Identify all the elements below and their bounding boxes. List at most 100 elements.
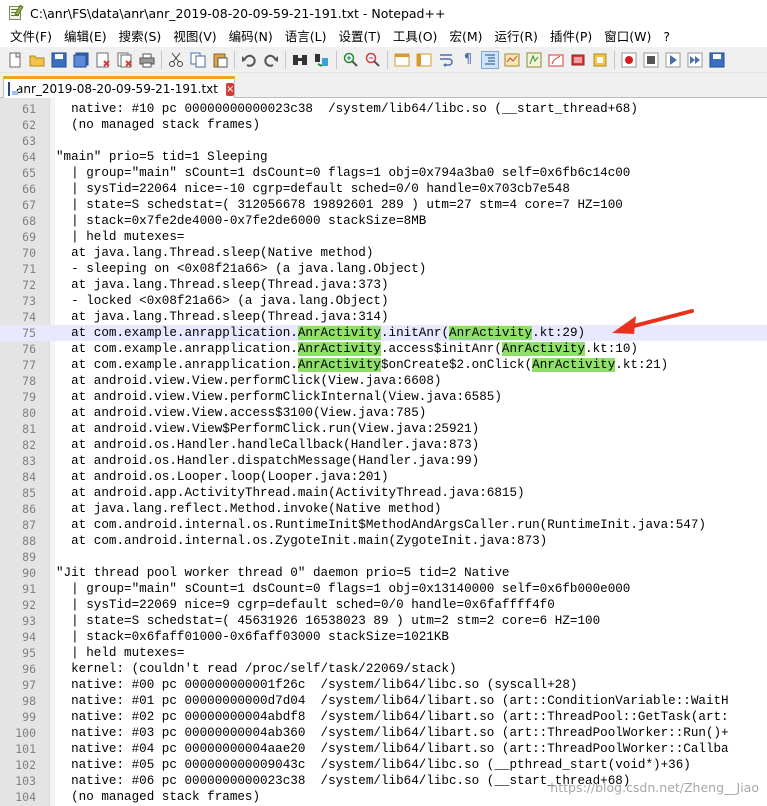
replace-icon[interactable] xyxy=(313,51,331,69)
editor-line[interactable]: 74 at java.lang.Thread.sleep(Thread.java… xyxy=(0,309,767,325)
editor-line[interactable]: 79 at android.view.View.performClickInte… xyxy=(0,389,767,405)
menu-plugins[interactable]: 插件(P) xyxy=(544,27,598,47)
editor-line[interactable]: 78 at android.view.View.performClick(Vie… xyxy=(0,373,767,389)
close-icon[interactable] xyxy=(94,51,112,69)
save-all-icon[interactable] xyxy=(72,51,90,69)
editor-line[interactable]: 63 xyxy=(0,133,767,149)
menu-tools[interactable]: 工具(O) xyxy=(387,27,444,47)
toolbar-separator xyxy=(336,50,337,69)
editor-line[interactable]: 68 | stack=0x7fe2de4000-0x7fe2de6000 sta… xyxy=(0,213,767,229)
editor-line[interactable]: 100 native: #03 pc 00000000004ab360 /sys… xyxy=(0,725,767,741)
editor-line[interactable]: 91 | group="main" sCount=1 dsCount=0 fla… xyxy=(0,581,767,597)
find-icon[interactable] xyxy=(291,51,309,69)
menu-search[interactable]: 搜索(S) xyxy=(113,27,168,47)
folder-as-workspace-icon[interactable] xyxy=(547,51,565,69)
editor-line[interactable]: 89 xyxy=(0,549,767,565)
menu-language[interactable]: 语言(L) xyxy=(279,27,333,47)
function-list-icon[interactable] xyxy=(525,51,543,69)
editor-line[interactable]: 88 at com.android.internal.os.ZygoteInit… xyxy=(0,533,767,549)
editor-line[interactable]: 72 at java.lang.Thread.sleep(Thread.java… xyxy=(0,277,767,293)
editor-line[interactable]: 82 at android.os.Handler.handleCallback(… xyxy=(0,437,767,453)
menu-encoding[interactable]: 编码(N) xyxy=(223,27,279,47)
line-text: | state=S schedstat=( 312056678 19892601… xyxy=(56,198,623,212)
line-number: 75 xyxy=(22,326,36,340)
editor-line[interactable]: 81 at android.view.View$PerformClick.run… xyxy=(0,421,767,437)
line-number: 85 xyxy=(22,486,36,500)
start-recording-icon[interactable] xyxy=(620,51,638,69)
line-number: 89 xyxy=(22,550,36,564)
sync-horizontal-icon[interactable] xyxy=(415,51,433,69)
editor-line[interactable]: 90 "Jit thread pool worker thread 0" daem… xyxy=(0,565,767,581)
paste-icon[interactable] xyxy=(211,51,229,69)
editor-line[interactable]: 97 native: #00 pc 000000000001f26c /syst… xyxy=(0,677,767,693)
open-file-icon[interactable] xyxy=(28,51,46,69)
menu-run[interactable]: 运行(R) xyxy=(488,27,543,47)
monitoring-icon[interactable] xyxy=(569,51,587,69)
run-macro-multiple-icon[interactable] xyxy=(686,51,704,69)
tab-close-icon[interactable]: × xyxy=(226,82,235,96)
editor-line[interactable]: 84 at android.os.Looper.loop(Looper.java… xyxy=(0,469,767,485)
indent-guide-icon[interactable] xyxy=(481,50,499,69)
editor-line[interactable]: 61 native: #10 pc 00000000000023c38 /sys… xyxy=(0,101,767,117)
stop-macro-icon[interactable] xyxy=(642,51,660,69)
editor-line[interactable]: 70 at java.lang.Thread.sleep(Native meth… xyxy=(0,245,767,261)
line-text: at android.view.View.performClick(View.j… xyxy=(56,374,442,388)
menu-macro[interactable]: 宏(M) xyxy=(443,27,488,47)
editor-line[interactable]: 85 at android.app.ActivityThread.main(Ac… xyxy=(0,485,767,501)
menu-help[interactable]: ? xyxy=(657,27,676,47)
editor-line[interactable]: 67 | state=S schedstat=( 312056678 19892… xyxy=(0,197,767,213)
editor-line[interactable]: 80 at android.view.View.access$3100(View… xyxy=(0,405,767,421)
editor-line[interactable]: 66 | sysTid=22064 nice=-10 cgrp=default … xyxy=(0,181,767,197)
close-all-icon[interactable] xyxy=(116,51,134,69)
copy-icon[interactable] xyxy=(189,51,207,69)
line-text: at com.example.anrapplication.AnrActivit… xyxy=(56,358,669,372)
editor-line[interactable]: 69 | held mutexes= xyxy=(0,229,767,245)
cut-icon[interactable] xyxy=(167,51,185,69)
editor-line[interactable]: 92 | sysTid=22069 nice=9 cgrp=default sc… xyxy=(0,597,767,613)
editor-line[interactable]: 93 | state=S schedstat=( 45631926 165380… xyxy=(0,613,767,629)
line-number: 99 xyxy=(22,710,36,724)
menu-view[interactable]: 视图(V) xyxy=(167,27,222,47)
editor-line[interactable]: 73 - locked <0x08f21a66> (a java.lang.Ob… xyxy=(0,293,767,309)
editor-line[interactable]: 62 (no managed stack frames) xyxy=(0,117,767,133)
line-text: | sysTid=22064 nice=-10 cgrp=default sch… xyxy=(56,182,570,196)
record-macro-icon[interactable] xyxy=(591,51,609,69)
print-icon[interactable] xyxy=(138,51,156,69)
undo-icon[interactable] xyxy=(240,51,258,69)
editor-line[interactable]: 95 | held mutexes= xyxy=(0,645,767,661)
play-macro-icon[interactable] xyxy=(664,51,682,69)
zoom-in-icon[interactable] xyxy=(342,51,360,69)
tab-anr-file[interactable]: anr_2019-08-20-09-59-21-191.txt × xyxy=(3,76,235,99)
menu-settings[interactable]: 设置(T) xyxy=(332,27,386,47)
editor-line[interactable]: 76 at com.example.anrapplication.AnrActi… xyxy=(0,341,767,357)
show-all-chars-icon[interactable]: ¶ xyxy=(459,51,477,69)
word-wrap-icon[interactable] xyxy=(437,51,455,69)
editor-line[interactable]: 99 native: #02 pc 00000000004abdf8 /syst… xyxy=(0,709,767,725)
text-editor[interactable]: 61 native: #10 pc 00000000000023c38 /sys… xyxy=(0,98,767,806)
save-icon[interactable] xyxy=(50,51,68,69)
save-macro-icon[interactable] xyxy=(708,51,726,69)
editor-line[interactable]: 65 | group="main" sCount=1 dsCount=0 fla… xyxy=(0,165,767,181)
editor-line[interactable]: 77 at com.example.anrapplication.AnrActi… xyxy=(0,357,767,373)
editor-line[interactable]: 75 at com.example.anrapplication.AnrActi… xyxy=(0,325,767,341)
menu-file[interactable]: 文件(F) xyxy=(4,27,58,47)
zoom-out-icon[interactable] xyxy=(364,51,382,69)
editor-line[interactable]: 87 at com.android.internal.os.RuntimeIni… xyxy=(0,517,767,533)
editor-line[interactable]: 96 kernel: (couldn't read /proc/self/tas… xyxy=(0,661,767,677)
redo-icon[interactable] xyxy=(262,51,280,69)
editor-line[interactable]: 64 "main" prio=5 tid=1 Sleeping xyxy=(0,149,767,165)
editor-line[interactable]: 94 | stack=0x6faff01000-0x6faff03000 sta… xyxy=(0,629,767,645)
editor-line[interactable]: 83 at android.os.Handler.dispatchMessage… xyxy=(0,453,767,469)
editor-line[interactable]: 71 - sleeping on <0x08f21a66> (a java.la… xyxy=(0,261,767,277)
editor-line[interactable]: 98 native: #01 pc 00000000000d7d04 /syst… xyxy=(0,693,767,709)
menu-window[interactable]: 窗口(W) xyxy=(598,27,657,47)
sync-vertical-icon[interactable] xyxy=(393,51,411,69)
doc-map-icon[interactable] xyxy=(503,51,521,69)
new-file-icon[interactable] xyxy=(6,51,24,69)
line-number: 83 xyxy=(22,454,36,468)
tab-label: anr_2019-08-20-09-59-21-191.txt xyxy=(16,82,218,96)
menu-edit[interactable]: 编辑(E) xyxy=(58,27,113,47)
editor-line[interactable]: 86 at java.lang.reflect.Method.invoke(Na… xyxy=(0,501,767,517)
editor-line[interactable]: 101 native: #04 pc 00000000004aae20 /sys… xyxy=(0,741,767,757)
editor-line[interactable]: 102 native: #05 pc 000000000009043c /sys… xyxy=(0,757,767,773)
